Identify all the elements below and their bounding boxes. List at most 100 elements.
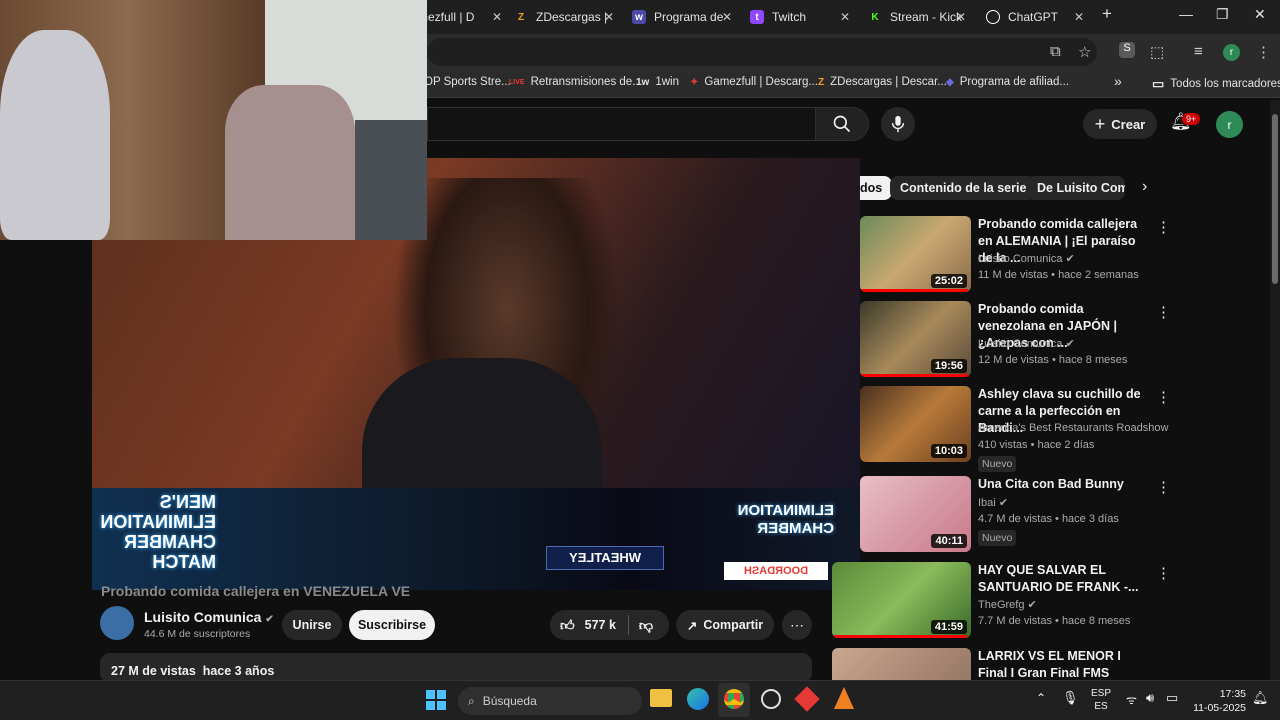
rec-thumbnail[interactable]: 40:11 [860, 476, 971, 552]
rec-channel[interactable]: Ibai ✔ [978, 496, 1008, 509]
language-indicator[interactable]: ESP ES [1091, 687, 1111, 713]
tab-chatgpt[interactable]: ChatGPT ✕ [986, 4, 1084, 30]
windows-start-icon[interactable] [426, 690, 446, 710]
create-label: Crear [1111, 116, 1146, 132]
close-tab-icon[interactable]: ✕ [956, 10, 966, 24]
rec-thumbnail[interactable]: 41:59 [832, 562, 971, 638]
bookmark-item[interactable]: ◆ Programa de afiliad... [946, 76, 1069, 88]
tab-kick[interactable]: K Stream - Kick ✕ [868, 4, 966, 30]
rec-title[interactable]: HAY QUE SALVAR EL SANTUARIO DE FRANK -..… [978, 562, 1148, 596]
extensions-icon[interactable]: ⬚ [1150, 43, 1164, 61]
close-tab-icon[interactable]: ✕ [1074, 10, 1084, 24]
close-tab-icon[interactable]: ✕ [840, 10, 850, 24]
rec-item[interactable]: 19:56 Probando comida venezolana en JAPÓ… [860, 301, 1171, 381]
duration-badge: 25:02 [930, 274, 967, 288]
share-label: Compartir [703, 618, 764, 632]
rec-title[interactable]: Una Cita con Bad Bunny [978, 476, 1148, 493]
more-options-icon[interactable]: ⋮ [1156, 478, 1171, 496]
rec-thumbnail[interactable]: 10:03 [860, 386, 971, 462]
tab-twitch[interactable]: t Twitch ✕ [750, 4, 850, 30]
more-options-icon[interactable]: ⋮ [1156, 218, 1171, 236]
volume-icon[interactable]: 🔊︎ [1146, 690, 1154, 706]
voice-search-button[interactable] [881, 107, 915, 141]
create-button[interactable]: + Crear [1083, 109, 1157, 139]
close-tab-icon[interactable]: ✕ [722, 10, 732, 24]
close-window-button[interactable]: ✕ [1254, 6, 1266, 23]
1win-icon: 1w [636, 76, 650, 88]
description-box[interactable]: 27 M de vistas hace 3 años [100, 653, 812, 683]
rec-channel[interactable]: Luisito Comunica ✔ [978, 337, 1075, 350]
rec-thumbnail[interactable] [832, 648, 971, 680]
more-options-icon[interactable]: ⋮ [1156, 388, 1171, 406]
thumbs-up-icon[interactable]: 👍︎ [560, 617, 575, 634]
like-count[interactable]: 577 k [585, 618, 616, 632]
more-options-icon[interactable]: ⋮ [1156, 564, 1171, 582]
rec-thumbnail[interactable]: 19:56 [860, 301, 971, 377]
rec-thumbnail[interactable]: 25:02 [860, 216, 971, 292]
share-button[interactable]: ↗ Compartir [676, 610, 774, 640]
bookmark-item[interactable]: 1w 1win [636, 76, 679, 88]
thumbs-down-icon[interactable]: 👎︎ [639, 617, 653, 634]
file-explorer-icon[interactable] [650, 689, 672, 707]
search-button[interactable] [815, 107, 869, 141]
rec-channel[interactable]: Luisito Comunica ✔ [978, 252, 1075, 265]
account-avatar[interactable]: r [1216, 111, 1243, 138]
minimize-button[interactable]: — [1179, 6, 1193, 22]
rec-channel[interactable]: TheGrefg ✔ [978, 598, 1037, 611]
tab-programa[interactable]: w Programa de ✕ [632, 4, 732, 30]
all-bookmarks-button[interactable]: ▭ Todos los marcadores [1152, 76, 1280, 92]
battery-icon[interactable]: ▭ [1166, 690, 1178, 706]
tab-gamezfull[interactable]: mezfull | D ✕ [418, 4, 502, 30]
bookmark-item[interactable]: Z ZDescargas | Descar... [818, 76, 947, 88]
bookmark-item[interactable]: LIVE Retransmisiones de... [509, 76, 642, 88]
bookmark-star-icon[interactable]: ☆ [1078, 43, 1091, 61]
chrome-icon[interactable] [724, 689, 744, 709]
duration-badge: 40:11 [931, 534, 967, 548]
close-tab-icon[interactable]: ✕ [604, 10, 614, 24]
cast-icon[interactable]: ⧉ [1050, 43, 1061, 60]
bookmarks-overflow-button[interactable]: » [1114, 73, 1122, 89]
notification-center-icon[interactable]: 🔔︎ [1252, 690, 1269, 706]
tab-zdescargas[interactable]: Z ZDescargas | ✕ [514, 4, 614, 30]
like-dislike-group: 👍︎ 577 k 👎︎ [550, 610, 669, 640]
bookmark-item[interactable]: ✦ Gamezfull | Descarg... [690, 76, 818, 88]
wifi-icon[interactable]: ᯤ [1126, 691, 1137, 708]
channel-avatar[interactable] [100, 606, 134, 640]
taskbar-search[interactable]: ⌕ Búsqueda [458, 687, 642, 715]
rec-item[interactable]: 25:02 Probando comida callejera en ALEMA… [860, 216, 1171, 296]
profile-avatar[interactable]: r [1223, 44, 1240, 61]
chip-series[interactable]: Contenido de la serie [890, 176, 1037, 200]
rec-item[interactable]: 41:59 HAY QUE SALVAR EL SANTUARIO DE FRA… [832, 562, 1171, 642]
rec-channel[interactable]: America's Best Restaurants Roadshow [978, 422, 1168, 434]
more-actions-button[interactable]: ⋯ [782, 610, 812, 640]
channel-name[interactable]: Luisito Comunica ✔ [144, 609, 274, 625]
rec-title[interactable]: LARRIX VS EL MENOR I Final I Gran Final … [978, 648, 1142, 680]
scrollbar[interactable] [1270, 100, 1280, 680]
rec-item[interactable]: 10:03 Ashley clava su cuchillo de carne … [860, 386, 1171, 472]
vlc-icon[interactable] [834, 687, 854, 709]
rec-item[interactable]: 40:11 Una Cita con Bad Bunny Ibai ✔ 4.7 … [860, 476, 1171, 556]
media-control-icon[interactable]: ≡ [1194, 43, 1203, 60]
rec-item[interactable]: LARRIX VS EL MENOR I Final I Gran Final … [832, 648, 1142, 680]
menu-kebab-icon[interactable]: ⋮ [1256, 43, 1271, 61]
new-tab-button[interactable]: + [1102, 4, 1112, 24]
clock[interactable]: 17:35 11-05-2025 [1190, 687, 1246, 715]
chatgpt-app-icon[interactable] [761, 689, 781, 709]
extension-s-icon[interactable]: S [1119, 42, 1135, 58]
subscribe-button[interactable]: Suscribirse [349, 610, 435, 640]
more-options-icon[interactable]: ⋮ [1156, 303, 1171, 321]
red-app-icon[interactable] [794, 686, 820, 712]
chevron-right-icon[interactable]: › [1142, 178, 1147, 196]
search-input[interactable] [427, 107, 815, 141]
scrollbar-thumb[interactable] [1272, 114, 1278, 284]
maximize-button[interactable]: ❐ [1216, 6, 1229, 23]
address-bar[interactable] [427, 38, 1097, 66]
chevron-up-icon[interactable]: ⌃ [1036, 691, 1046, 705]
chip-luisito[interactable]: De Luisito Comu [1027, 176, 1125, 200]
close-tab-icon[interactable]: ✕ [492, 10, 502, 24]
bookmark-item[interactable]: OP Sports Stre... [424, 76, 511, 88]
edge-icon[interactable] [687, 688, 709, 710]
join-button[interactable]: Unirse [282, 610, 342, 640]
microphone-tray-icon[interactable]: 🎙︎ [1062, 690, 1079, 706]
bookmark-label: Retransmisiones de... [530, 76, 642, 88]
